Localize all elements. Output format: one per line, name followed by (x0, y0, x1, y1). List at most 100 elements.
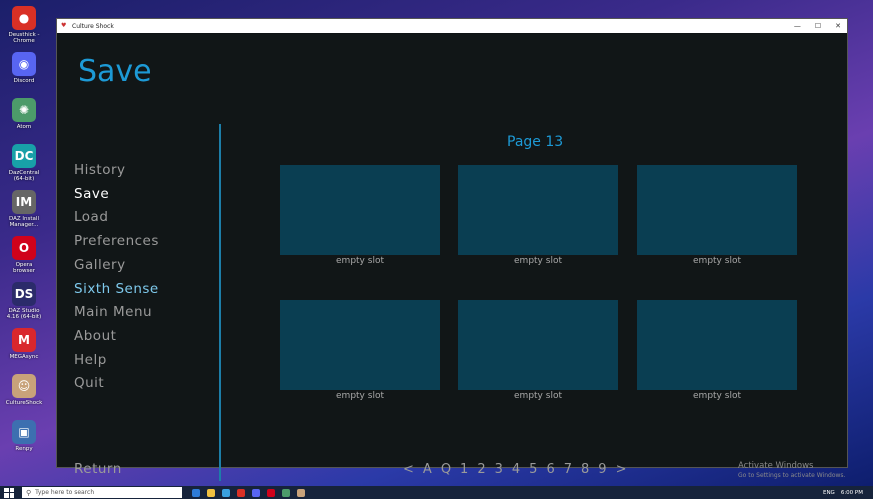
daz-studio-icon: DS (12, 282, 36, 306)
save-slot-caption: empty slot (693, 256, 741, 266)
window-title: Culture Shock (72, 22, 114, 30)
tray-language[interactable]: ENG (823, 490, 835, 496)
desktop-shortcut[interactable]: ▣ Renpy (2, 420, 46, 452)
taskbar-app-icon[interactable] (237, 488, 245, 497)
activate-windows-watermark: Activate Windows Go to Settings to activ… (738, 461, 845, 479)
save-slot-caption: empty slot (693, 391, 741, 401)
save-slot-thumbnail[interactable] (280, 165, 440, 255)
page-navigation: < A Q 1 2 3 4 5 6 7 8 9 > (403, 462, 626, 477)
desktop-shortcut-label: DAZ Install Manager... (9, 216, 39, 228)
discord-icon: ◉ (12, 52, 36, 76)
start-button[interactable] (4, 487, 14, 498)
close-button[interactable]: ✕ (835, 22, 841, 30)
taskbar-app-icon[interactable] (282, 488, 290, 497)
save-slot[interactable]: empty slot (637, 300, 797, 401)
desktop-shortcut-label: Discord (13, 78, 35, 84)
app-icon: ♥ (61, 22, 67, 29)
desktop-shortcut[interactable]: ● Deusthick - Chrome (2, 6, 46, 44)
game-icon: ☺ (12, 374, 36, 398)
desktop-shortcut[interactable]: DC DazCentral (64-bit) (2, 144, 46, 182)
page-button-2[interactable]: 2 (477, 462, 485, 477)
save-slot-caption: empty slot (514, 391, 562, 401)
menu-item-main-menu[interactable]: Main Menu (74, 301, 159, 325)
page-button-q[interactable]: Q (441, 462, 451, 477)
dazcentral-icon: DC (12, 144, 36, 168)
page-button-3[interactable]: 3 (495, 462, 503, 477)
page-button-9[interactable]: 9 (598, 462, 606, 477)
maximize-button[interactable]: ☐ (815, 22, 821, 30)
desktop-shortcut[interactable]: M MEGAsync (2, 328, 46, 360)
return-button[interactable]: Return (74, 461, 122, 477)
taskbar-search[interactable]: ⚲ Type here to search (22, 487, 182, 498)
desktop-shortcut-label: Opera browser (12, 262, 35, 274)
daz-install-icon: IM (12, 190, 36, 214)
desktop-shortcut-label: DazCentral (64-bit) (8, 170, 40, 182)
save-slot[interactable]: empty slot (280, 300, 440, 401)
window-titlebar[interactable]: ♥ Culture Shock — ☐ ✕ (57, 19, 847, 33)
desktop-shortcut[interactable]: IM DAZ Install Manager... (2, 190, 46, 228)
renpy-icon: ▣ (12, 420, 36, 444)
page-button-8[interactable]: 8 (581, 462, 589, 477)
minimize-button[interactable]: — (794, 22, 801, 30)
page-button-5[interactable]: 5 (529, 462, 537, 477)
desktop-shortcut-label: MEGAsync (9, 354, 39, 360)
desktop-shortcut[interactable]: ◉ Discord (2, 52, 46, 84)
save-slot-thumbnail[interactable] (637, 165, 797, 255)
next-page-button[interactable]: > (616, 462, 627, 477)
desktop-shortcut-label: Renpy (15, 446, 33, 452)
screen-title: Save (78, 54, 152, 89)
desktop-shortcut[interactable]: ☺ CultureShock (2, 374, 46, 406)
chrome-icon: ● (12, 6, 36, 30)
menu-item-preferences[interactable]: Preferences (74, 230, 159, 254)
page-button-a[interactable]: A (423, 462, 432, 477)
opera-icon: O (12, 236, 36, 260)
save-slot-caption: empty slot (336, 391, 384, 401)
tray-clock[interactable]: 6:00 PM (841, 490, 863, 496)
game-screen: Save History Save Load Preferences Gallery Si… (57, 34, 847, 481)
menu-item-gallery[interactable]: Gallery (74, 254, 159, 278)
save-slot[interactable]: empty slot (637, 165, 797, 266)
desktop-shortcut[interactable]: ✺ Atom (2, 98, 46, 130)
save-slot-caption: empty slot (336, 256, 384, 266)
menu-item-load[interactable]: Load (74, 206, 159, 230)
save-slot-thumbnail[interactable] (458, 165, 618, 255)
page-button-6[interactable]: 6 (546, 462, 554, 477)
game-window: ♥ Culture Shock — ☐ ✕ Save History Save Lo… (56, 18, 848, 481)
menu-item-history[interactable]: History (74, 159, 159, 183)
save-slot[interactable]: empty slot (280, 165, 440, 266)
menu-item-about[interactable]: About (74, 325, 159, 349)
taskbar-app-icon[interactable] (252, 488, 260, 497)
save-slot-thumbnail[interactable] (637, 300, 797, 390)
save-slot-thumbnail[interactable] (458, 300, 618, 390)
page-button-1[interactable]: 1 (460, 462, 468, 477)
system-tray: ENG 6:00 PM (823, 486, 863, 499)
taskbar-app-icon[interactable] (207, 488, 215, 497)
watermark-line2: Go to Settings to activate Windows. (738, 472, 846, 479)
taskbar: ⚲ Type here to search ENG 6:00 PM (0, 486, 873, 499)
taskbar-app-icon[interactable] (222, 488, 230, 497)
menu-item-save[interactable]: Save (74, 183, 159, 207)
desktop-shortcut[interactable]: O Opera browser (2, 236, 46, 274)
mega-icon: M (12, 328, 36, 352)
taskbar-app-icon[interactable] (192, 488, 200, 497)
menu-item-quit[interactable]: Quit (74, 372, 159, 396)
taskbar-app-icon[interactable] (267, 488, 275, 497)
search-placeholder: Type here to search (35, 489, 95, 496)
save-slot[interactable]: empty slot (458, 165, 618, 266)
page-button-7[interactable]: 7 (564, 462, 572, 477)
desktop-shortcut-label: DAZ Studio 4.16 (64-bit) (6, 308, 42, 320)
taskbar-apps (192, 488, 305, 497)
menu-item-help[interactable]: Help (74, 349, 159, 373)
page-button-4[interactable]: 4 (512, 462, 520, 477)
save-slot-thumbnail[interactable] (280, 300, 440, 390)
menu-item-sixth-sense[interactable]: Sixth Sense (74, 278, 159, 302)
atom-icon: ✺ (12, 98, 36, 122)
save-slot-caption: empty slot (514, 256, 562, 266)
menu-divider (219, 124, 221, 481)
previous-page-button[interactable]: < (403, 462, 414, 477)
taskbar-app-icon[interactable] (297, 488, 305, 497)
desktop-shortcut-label: CultureShock (5, 400, 43, 406)
save-slot[interactable]: empty slot (458, 300, 618, 401)
desktop-shortcut[interactable]: DS DAZ Studio 4.16 (64-bit) (2, 282, 46, 320)
watermark-line1: Activate Windows (738, 461, 814, 471)
